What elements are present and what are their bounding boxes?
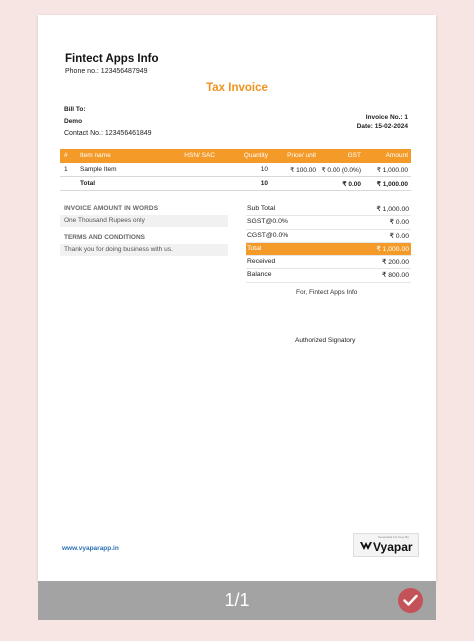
summary-row-total: Total ₹ 1,000.00 xyxy=(246,242,411,257)
items-table: # Item name HSN/ SAC Quantity Price/ uni… xyxy=(60,149,411,191)
header-gst: GST xyxy=(347,152,361,159)
summary-table: Sub Total ₹ 1,000.00 SGST@0.0% ₹ 0.00 CG… xyxy=(246,203,411,283)
total-label: Total xyxy=(80,180,96,187)
row-number: 1 xyxy=(64,166,68,173)
summary-row-cgst: CGST@0.0% ₹ 0.00 xyxy=(246,230,411,243)
summary-value: ₹ 800.00 xyxy=(381,272,409,280)
summary-label: CGST@0.0% xyxy=(247,231,289,239)
row-item-name: Sample Item xyxy=(80,166,117,173)
page-indicator: 1/1 xyxy=(224,590,250,610)
invoice-number: Invoice No.: 1 xyxy=(365,114,408,121)
terms-box: Thank you for doing business with us. xyxy=(60,244,228,256)
summary-value: ₹ 0.00 xyxy=(389,219,409,227)
summary-row-balance: Balance ₹ 800.00 xyxy=(246,269,411,283)
bill-to-contact: Contact No.: 123456461849 xyxy=(64,130,152,137)
summary-label: Sub Total xyxy=(247,205,276,212)
header-hsn: HSN/ SAC xyxy=(184,152,215,159)
bill-to-label: Bill To: xyxy=(64,106,86,113)
total-gst: ₹ 0.00 xyxy=(342,181,361,188)
vyapar-badge: Generated For Free By Vyapar xyxy=(353,533,419,557)
total-amount: ₹ 1,000.00 xyxy=(376,181,408,188)
header-item-name: Item name xyxy=(80,152,111,159)
table-total-row: Total 10 ₹ 0.00 ₹ 1,000.00 xyxy=(60,177,411,191)
authorized-signatory-label: Authorized Signatory xyxy=(295,337,356,344)
terms-heading: TERMS AND CONDITIONS xyxy=(64,234,146,241)
summary-label: Balance xyxy=(247,271,272,279)
invoice-date: Date: 15-02-2024 xyxy=(356,123,408,130)
summary-row-sgst: SGST@0.0% ₹ 0.00 xyxy=(246,216,411,230)
row-gst: ₹ 0.00 (0.0%) xyxy=(321,167,361,174)
summary-value: ₹ 1,000.00 xyxy=(376,245,409,253)
summary-row-received: Received ₹ 200.00 xyxy=(246,256,411,270)
for-company-text: For, Fintect Apps Info xyxy=(296,289,358,296)
summary-label: Total xyxy=(247,244,262,252)
badge-name: Vyapar xyxy=(373,540,413,554)
invoice-page: Fintect Apps Info Phone no.: 12345648794… xyxy=(38,15,436,581)
items-table-header: # Item name HSN/ SAC Quantity Price/ uni… xyxy=(60,149,411,163)
row-amount: ₹ 1,000.00 xyxy=(376,167,408,174)
table-row: 1 Sample Item 10 ₹ 100.00 ₹ 0.00 (0.0%) … xyxy=(60,163,411,177)
amount-in-words-value: One Thousand Rupees only xyxy=(64,217,145,224)
done-button[interactable] xyxy=(398,588,423,613)
header-number: # xyxy=(64,152,68,159)
amount-in-words-heading: INVOICE AMOUNT IN WORDS xyxy=(64,205,159,212)
website-link[interactable]: www.vyaparapp.in xyxy=(62,545,119,552)
vyapar-logo-icon xyxy=(360,542,372,550)
company-phone: Phone no.: 123456487949 xyxy=(65,68,148,75)
row-quantity: 10 xyxy=(260,166,268,173)
summary-value: ₹ 1,000.00 xyxy=(376,206,409,213)
row-price: ₹ 100.00 xyxy=(290,167,316,174)
check-icon xyxy=(403,594,418,606)
summary-row-subtotal: Sub Total ₹ 1,000.00 xyxy=(246,203,411,217)
company-name: Fintect Apps Info xyxy=(65,53,159,65)
terms-value: Thank you for doing business with us. xyxy=(64,246,173,253)
viewer-bottom-bar: 1/1 xyxy=(38,581,436,620)
summary-label: SGST@0.0% xyxy=(247,218,288,226)
summary-value: ₹ 0.00 xyxy=(389,232,409,240)
header-amount: Amount xyxy=(385,152,408,159)
badge-tagline: Generated For Free By xyxy=(378,535,409,539)
bill-to-name: Demo xyxy=(64,118,83,125)
document-title: Tax Invoice xyxy=(206,82,268,94)
total-quantity: 10 xyxy=(260,180,268,187)
summary-label: Received xyxy=(247,258,276,266)
amount-in-words-box: One Thousand Rupees only xyxy=(60,215,228,227)
header-quantity: Quantity xyxy=(243,152,268,159)
header-price: Price/ unit xyxy=(287,152,316,159)
summary-value: ₹ 200.00 xyxy=(381,259,409,267)
